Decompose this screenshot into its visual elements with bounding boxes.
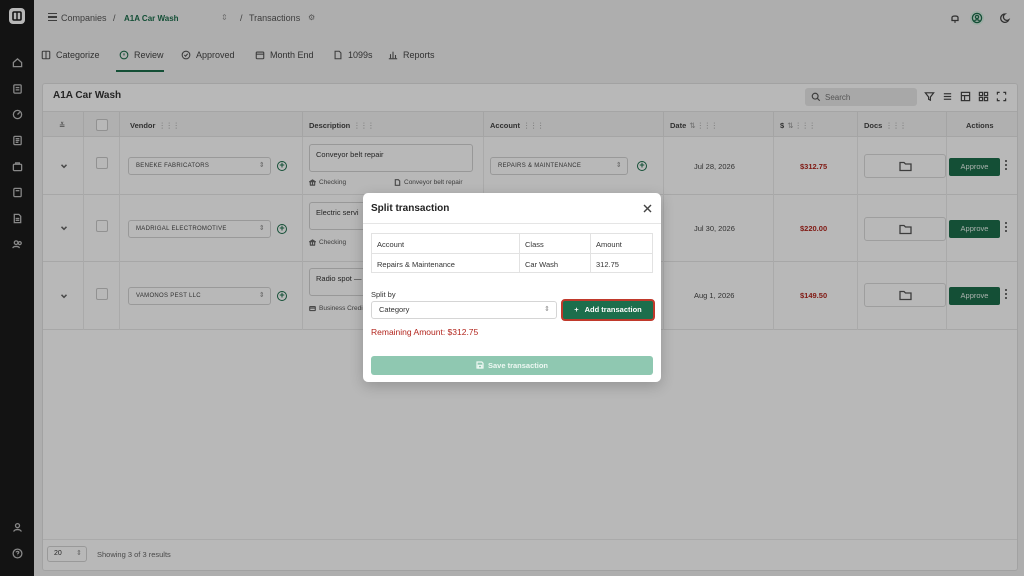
save-transaction-button[interactable]: Save transaction [371, 356, 653, 375]
remaining-amount: Remaining Amount: $312.75 [371, 327, 479, 337]
save-icon [476, 361, 484, 369]
dialog-title: Split transaction [371, 203, 450, 214]
split-table-header: Account Class Amount [377, 240, 622, 249]
split-table-row: Repairs & Maintenance Car Wash 312.75 [372, 254, 652, 273]
add-transaction-button[interactable]: + Add transaction [561, 299, 655, 321]
split-by-label: Split by [371, 290, 396, 299]
split-class: Car Wash [525, 260, 559, 269]
plus-icon: + [574, 305, 579, 314]
split-amount: 312.75 [596, 260, 619, 269]
split-by-select[interactable]: Category ⇕ [371, 301, 557, 319]
split-account: Repairs & Maintenance [377, 260, 455, 269]
split-table: Account Class Amount Repairs & Maintenan… [371, 233, 653, 273]
close-icon[interactable] [643, 204, 652, 213]
split-transaction-dialog: Split transaction Account Class Amount R… [363, 193, 661, 382]
